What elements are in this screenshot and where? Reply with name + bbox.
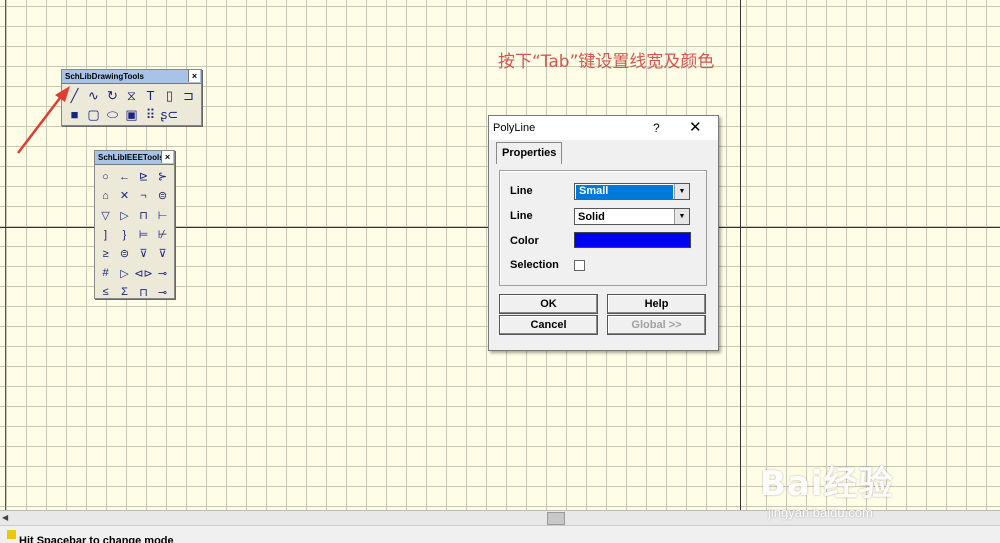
ieee-symbols-icon[interactable]: ʂ⊂ [160,105,179,124]
drawing-tools-grid: ╱ ∿ ↻ ⧖ T ▯ ⊐ ■ ▢ ⬭ ▣ ⠿ ʂ⊂ [62,84,201,126]
ieee-symbol-icon[interactable]: ← [115,167,134,186]
ieee-tools-close-button[interactable]: × [161,151,173,163]
scroll-left-icon[interactable]: ◀ [2,511,8,525]
dialog-tabstrip: Properties [489,140,718,164]
status-bar: Hit Spacebar to change mode [0,525,1000,543]
tab-properties[interactable]: Properties [496,142,563,164]
ieee-symbol-icon[interactable]: ⊱ [153,167,172,186]
ieee-symbol-icon[interactable]: ≤ [96,283,115,302]
ieee-symbol-icon[interactable]: ⊬ [153,225,172,244]
drawing-tools-title-text: SchLibDrawingTools [65,72,144,81]
chevron-down-icon[interactable]: ▼ [674,184,689,199]
ieee-symbol-icon[interactable]: ⊜ [115,244,134,263]
image-icon[interactable]: ▣ [122,105,141,124]
ieee-symbol-icon[interactable]: ≥ [96,244,115,263]
selection-label: Selection [510,259,559,271]
dialog-title: PolyLine [493,122,536,134]
watermark-url: jingyan.baidu.com [768,505,873,520]
line-width-label: Line [510,185,533,197]
ieee-symbol-icon[interactable]: ⊸ [153,283,172,302]
close-icon[interactable]: ✕ [689,116,702,140]
ieee-symbol-icon[interactable]: ] [96,225,115,244]
selection-checkbox[interactable] [574,260,585,271]
line-width-value: Small [576,185,673,200]
ieee-tools-title-text: SchLibIEEETools [98,153,164,162]
polygon-icon[interactable]: ⧖ [122,86,141,105]
ieee-symbol-icon[interactable]: ⊨ [134,225,153,244]
ieee-symbol-icon[interactable]: ▷ [115,206,134,225]
scrollbar-thumb[interactable] [547,512,565,525]
line-style-value: Solid [578,211,605,223]
ieee-symbol-icon[interactable]: ⊲⊳ [134,263,153,282]
ieee-symbol-icon[interactable]: ⌂ [96,186,115,205]
ellipse-icon[interactable]: ⬭ [103,105,122,124]
chevron-down-icon[interactable]: ▼ [674,209,689,224]
arc-icon[interactable]: ↻ [103,86,122,105]
global-button[interactable]: Global >> [607,315,706,335]
polyline-dialog: PolyLine ? ✕ Properties Line Small ▼ Lin… [488,115,719,351]
status-icon [7,529,16,539]
instruction-annotation: 按下“Tab”键设置线宽及颜色 [498,52,715,72]
color-label: Color [510,235,539,247]
drawing-tools-title[interactable]: SchLibDrawingTools × [62,70,201,84]
ieee-tools-grid: ○ ← ⊵ ⊱ ⌂ ✕ ¬ ⊜ ▽ ▷ ⊓ ⊢]} ⊨ ⊬ ≥ ⊜ ⊽ ⊽ # ▷ ⊲⊳ ⊸ ≤ Σ ⊓ ⊸ [95,165,174,304]
drawing-tools-palette: SchLibDrawingTools × ╱ ∿ ↻ ⧖ T ▯ ⊐ ■ ▢ ⬭ ▣ ⠿ ʂ⊂ [61,69,202,126]
line-icon[interactable]: ╱ [65,86,84,105]
watermark-logo: Bai经验 [760,464,894,504]
ieee-symbol-icon[interactable]: ⊽ [153,244,172,263]
ieee-symbol-icon[interactable]: # [96,263,115,282]
bezier-icon[interactable]: ∿ [84,86,103,105]
text-icon[interactable]: T [141,86,160,105]
line-width-select[interactable]: Small ▼ [574,183,690,200]
rounded-rectangle-icon[interactable]: ▢ [84,105,103,124]
drawing-tools-close-button[interactable]: × [188,70,200,82]
ieee-symbol-icon[interactable]: ▽ [96,206,115,225]
rectangle-icon[interactable]: ■ [65,105,84,124]
ieee-symbol-icon[interactable]: ⊢ [153,206,172,225]
color-swatch[interactable] [574,232,691,248]
ieee-symbol-icon[interactable]: ○ [96,167,115,186]
ieee-tools-title[interactable]: SchLibIEEETools × [95,151,174,165]
dialog-titlebar[interactable]: PolyLine ? ✕ [489,116,718,140]
line-style-label: Line [510,210,533,222]
ieee-symbol-icon[interactable]: ⊵ [134,167,153,186]
help-button[interactable]: Help [607,294,706,314]
ieee-symbol-icon[interactable]: ✕ [115,186,134,205]
help-question-icon[interactable]: ? [653,116,660,140]
ieee-symbol-icon[interactable]: ▷ [115,263,134,282]
pin-icon[interactable]: ⊐ [179,86,198,105]
ieee-symbol-icon[interactable]: ⊽ [134,244,153,263]
ieee-symbol-icon[interactable]: } [115,225,134,244]
ok-button[interactable]: OK [499,294,598,314]
canvas-border [5,0,6,510]
ieee-symbol-icon[interactable]: Σ [115,283,134,302]
ieee-symbol-icon[interactable]: ⊸ [153,263,172,282]
cancel-button[interactable]: Cancel [499,315,598,335]
ieee-symbol-icon[interactable]: ⊓ [134,206,153,225]
ieee-symbol-icon[interactable]: ¬ [134,186,153,205]
baidu-watermark: Bai经验 jingyan.baidu.com [760,456,894,520]
ieee-symbol-icon[interactable]: ⊓ [134,283,153,302]
ieee-tools-palette: SchLibIEEETools × ○ ← ⊵ ⊱ ⌂ ✕ ¬ ⊜ ▽ ▷ ⊓ ⊢]} ⊨ ⊬ ≥ ⊜ ⊽ ⊽ # ▷… [94,150,175,299]
ieee-symbol-icon[interactable]: ⊜ [153,186,172,205]
part-icon[interactable]: ▯ [160,86,179,105]
array-paste-icon[interactable]: ⠿ [141,105,160,124]
line-style-select[interactable]: Solid ▼ [574,208,690,225]
vertical-axis-line [740,0,741,510]
properties-group: Line Small ▼ Line Solid ▼ Color Selectio… [499,170,707,286]
